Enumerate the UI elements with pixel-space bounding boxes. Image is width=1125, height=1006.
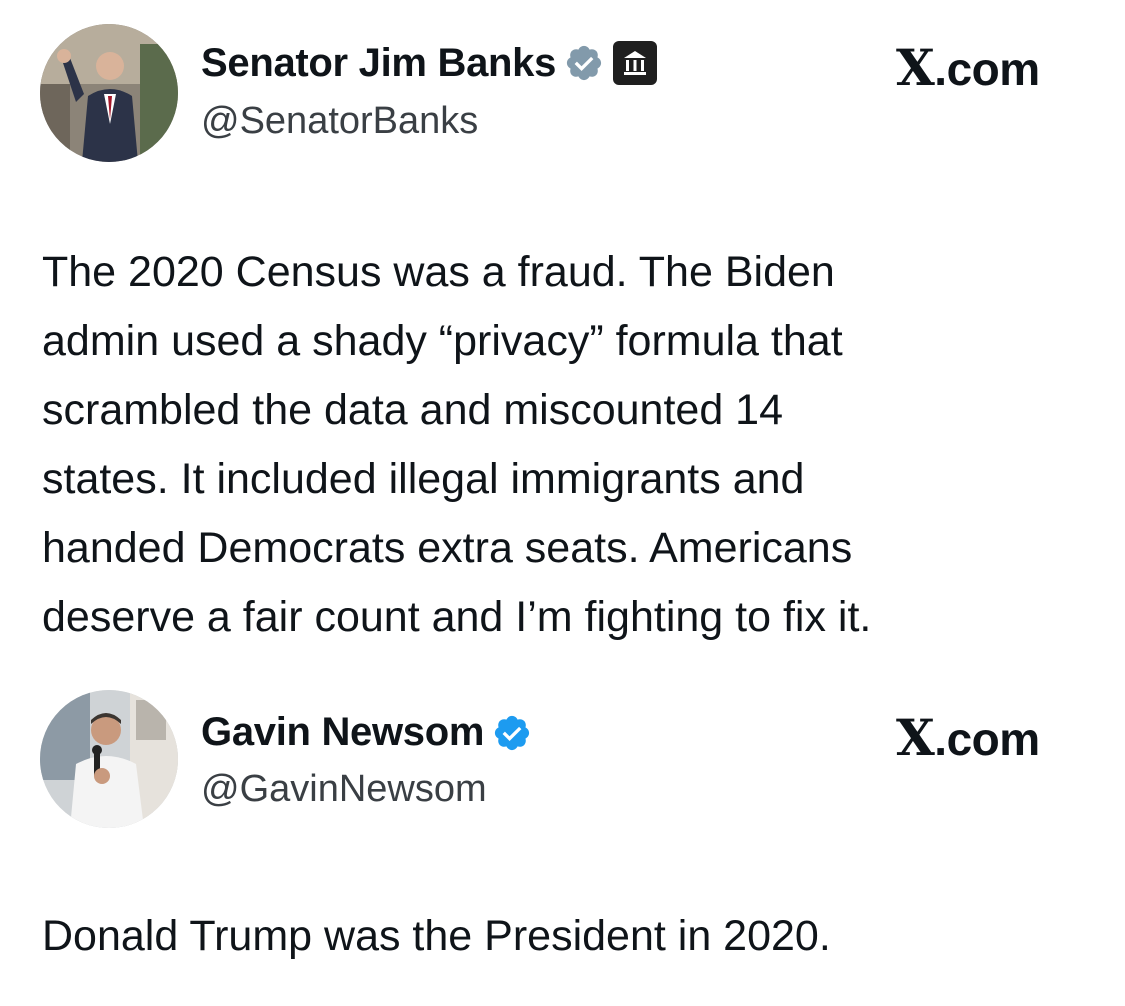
government-building-icon	[612, 40, 658, 86]
tweet-body: The 2020 Census was a fraud. The Biden a…	[42, 238, 871, 652]
senator-name-row: Senator Jim Banks	[201, 40, 658, 86]
newsom-name-row: Gavin Newsom	[201, 710, 532, 755]
tweet-text-line: scrambled the data and miscounted 14	[42, 386, 784, 434]
senator-avatar[interactable]	[40, 24, 178, 162]
x-logo-letter: X	[896, 708, 935, 767]
author-display-name[interactable]: Senator Jim Banks	[201, 41, 556, 86]
tweet-gavin-newsom: Gavin Newsom @GavinNewsom X.com Donald T…	[0, 680, 1125, 1006]
author-handle[interactable]: @SenatorBanks	[201, 100, 478, 143]
tweet-text-line: The 2020 Census was a fraud. The Biden	[42, 248, 835, 296]
x-com-suffix: .com	[934, 43, 1040, 95]
verified-badge-gray-icon	[564, 43, 604, 83]
x-com-label: X.com	[896, 708, 1040, 767]
verified-badge-blue-icon	[492, 713, 532, 753]
newsom-avatar-image	[40, 690, 178, 828]
author-handle[interactable]: @GavinNewsom	[201, 768, 487, 811]
author-display-name[interactable]: Gavin Newsom	[201, 710, 484, 755]
senator-avatar-image	[40, 24, 178, 162]
tweet-text-line: handed Democrats extra seats. Americans	[42, 524, 853, 572]
tweet-text-line: Donald Trump was the President in 2020.	[42, 912, 831, 960]
tweet-text-line: states. It included illegal immigrants a…	[42, 455, 805, 503]
tweet-text-line: admin used a shady “privacy” formula tha…	[42, 317, 843, 365]
x-com-suffix: .com	[934, 713, 1040, 765]
newsom-avatar[interactable]	[40, 690, 178, 828]
tweet-body: Donald Trump was the President in 2020.	[42, 902, 831, 971]
tweet-text-line: deserve a fair count and I’m fighting to…	[42, 593, 872, 641]
x-com-label: X.com	[896, 38, 1040, 97]
tweet-senator-banks: Senator Jim Banks @SenatorBanks X.com Th…	[0, 0, 1125, 680]
x-logo-letter: X	[896, 38, 935, 97]
